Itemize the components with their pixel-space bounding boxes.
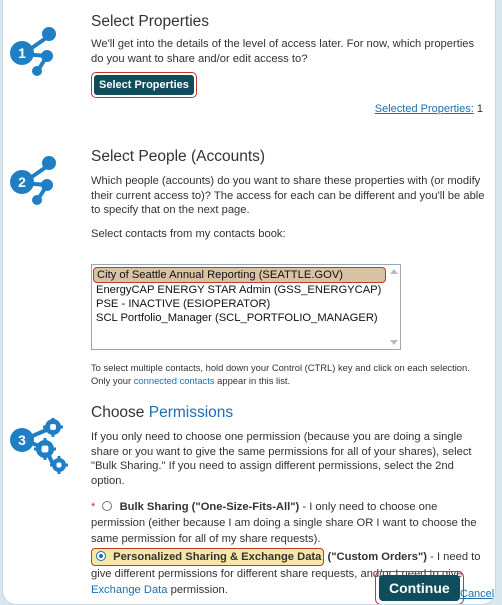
step-1-section: Select Properties We'll get into the det… xyxy=(91,12,485,98)
step-3-section: Choose Permissions If you only need to c… xyxy=(91,403,485,598)
step-2-share-network-icon: 2 xyxy=(7,155,67,205)
bulk-sharing-radio[interactable] xyxy=(102,501,113,511)
step-1-description: We'll get into the details of the level … xyxy=(91,38,475,65)
selected-properties-link[interactable]: Selected Properties: xyxy=(375,103,474,115)
bulk-sharing-option[interactable]: * Bulk Sharing ("One-Size-Fits-All") - I… xyxy=(91,499,485,547)
step-2-section: Select People (Accounts) Which people (a… xyxy=(91,147,485,241)
step-1-number: 1 xyxy=(18,45,26,61)
contact-option[interactable]: City of Seattle Annual Reporting (SEATTL… xyxy=(93,267,386,283)
step-3-title: Choose Permissions xyxy=(91,403,485,422)
personalized-sharing-highlight[interactable]: Personalized Sharing & Exchange Data xyxy=(91,548,325,566)
select-properties-button[interactable]: Select Properties xyxy=(94,75,194,95)
continue-highlight: Continue xyxy=(375,571,464,604)
scroll-down-icon[interactable] xyxy=(390,340,398,345)
exchange-data-link[interactable]: Exchange Data xyxy=(91,584,168,596)
step-1-title: Select Properties xyxy=(91,13,210,30)
contact-option[interactable]: EnergyCAP ENERGY STAR Admin (GSS_ENERGYC… xyxy=(93,283,386,297)
contact-option[interactable]: PSE - INACTIVE (ESIOPERATOR) xyxy=(93,297,386,311)
personalized-sharing-label[interactable]: Personalized Sharing & Exchange Data xyxy=(113,551,321,563)
step-2-number: 2 xyxy=(18,174,26,190)
contacts-listbox[interactable]: City of Seattle Annual Reporting (SEATTL… xyxy=(91,264,401,350)
contacts-note-tail: appear in this list. xyxy=(217,375,291,386)
contacts-label: Select contacts from my contacts book: xyxy=(91,227,286,240)
listbox-scrollbar[interactable] xyxy=(388,265,400,349)
personalized-sharing-tail: permission. xyxy=(170,584,228,596)
required-mark: * xyxy=(91,501,96,513)
step-3-title-prefix: Choose xyxy=(91,404,145,421)
scroll-up-icon[interactable] xyxy=(390,269,398,274)
step-2-title: Select People (Accounts) xyxy=(91,148,266,165)
step-3-gear-network-icon: 3 xyxy=(7,418,73,474)
bulk-sharing-label[interactable]: Bulk Sharing ("One-Size-Fits-All") xyxy=(120,501,300,513)
step-3-title-accent: Permissions xyxy=(148,404,234,421)
selected-properties-indicator: Selected Properties: 1 xyxy=(375,103,483,115)
contact-option[interactable]: SCL Portfolio_Manager (SCL_PORTFOLIO_MAN… xyxy=(93,311,386,325)
personalized-sharing-radio[interactable] xyxy=(96,551,106,561)
share-wizard-panel: 1 Select Properties We'll get into the d… xyxy=(2,0,496,605)
continue-button[interactable]: Continue xyxy=(379,575,460,601)
step-2-description: Which people (accounts) do you want to s… xyxy=(91,175,485,216)
custom-orders-label: ("Custom Orders") xyxy=(327,551,428,563)
step-1-share-network-icon: 1 xyxy=(7,26,67,76)
selected-properties-count: 1 xyxy=(476,103,483,115)
contacts-note: To select multiple contacts, hold down y… xyxy=(91,361,485,387)
step-3-number: 3 xyxy=(18,432,26,448)
connected-contacts-link[interactable]: connected contacts xyxy=(134,375,215,386)
select-properties-highlight: Select Properties xyxy=(91,72,197,98)
cancel-link[interactable]: Cancel xyxy=(460,588,494,600)
step-3-description: If you only need to choose one permissio… xyxy=(91,431,472,487)
